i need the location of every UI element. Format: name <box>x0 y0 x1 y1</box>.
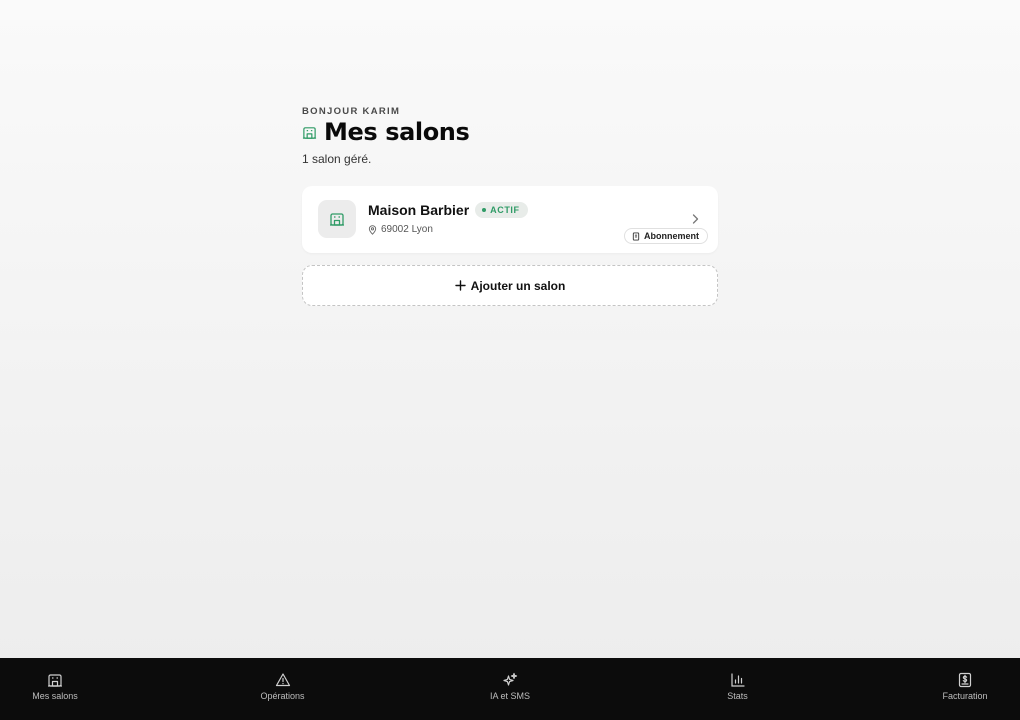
chevron-right-icon[interactable] <box>690 213 700 225</box>
greeting-text: BONJOUR KARIM <box>302 106 401 117</box>
add-salon-button[interactable]: Ajouter un salon <box>302 265 718 306</box>
nav-item-ia-sms[interactable]: IA et SMS <box>472 658 548 720</box>
nav-item-facturation[interactable]: Facturation <box>927 658 1003 720</box>
bar-chart-icon <box>730 672 746 688</box>
building-icon <box>47 672 63 688</box>
building-icon <box>302 125 317 140</box>
nav-label: Opérations <box>260 691 305 701</box>
salon-avatar <box>318 200 356 238</box>
salon-location: 69002 Lyon <box>368 224 433 235</box>
status-badge: ACTIF <box>475 202 528 218</box>
subscription-button[interactable]: Abonnement <box>624 228 708 244</box>
sparkles-icon <box>502 672 518 688</box>
status-dot-icon <box>482 208 487 212</box>
map-pin-icon <box>368 224 377 235</box>
bottom-nav: Mes salons Opérations IA et SMS Stats Fa… <box>0 658 1020 720</box>
main-content: BONJOUR KARIM Mes salons 1 salon géré. M… <box>302 106 718 306</box>
status-text: ACTIF <box>490 205 520 215</box>
nav-label: Mes salons <box>32 691 78 701</box>
nav-item-stats[interactable]: Stats <box>700 658 776 720</box>
nav-label: Stats <box>727 691 748 701</box>
building-icon <box>329 211 345 227</box>
invoice-icon <box>957 672 973 688</box>
salon-location-text: 69002 Lyon <box>381 224 433 235</box>
plus-icon <box>454 280 466 291</box>
title-row: Mes salons <box>302 118 718 146</box>
salon-name: Maison Barbier <box>368 202 470 218</box>
receipt-icon <box>632 231 640 241</box>
salon-count-text: 1 salon géré. <box>302 152 372 166</box>
nav-label: IA et SMS <box>489 691 531 701</box>
nav-item-mes-salons[interactable]: Mes salons <box>17 658 93 720</box>
salon-card-maison-barbier[interactable]: Maison Barbier ACTIF 69002 Lyon Abonneme… <box>302 186 718 253</box>
warning-icon <box>275 672 291 688</box>
page-title: Mes salons <box>324 118 470 146</box>
add-salon-label: Ajouter un salon <box>470 278 566 293</box>
subscription-label: Abonnement <box>644 231 699 241</box>
salon-name-row: Maison Barbier ACTIF <box>368 202 528 218</box>
nav-label: Facturation <box>942 691 988 701</box>
nav-item-operations[interactable]: Opérations <box>245 658 321 720</box>
